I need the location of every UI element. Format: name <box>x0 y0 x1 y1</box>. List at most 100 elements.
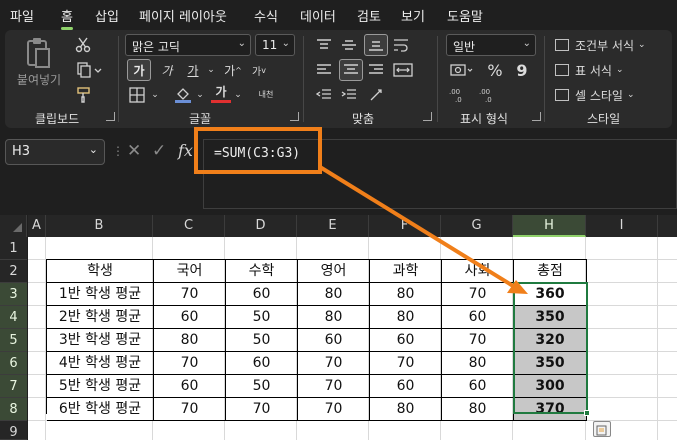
table-cell[interactable]: 80 <box>442 352 514 375</box>
align-center-icon[interactable] <box>339 59 363 81</box>
table-cell[interactable]: 60 <box>154 306 226 329</box>
table-header-cell[interactable]: 사회 <box>442 260 514 283</box>
currency-icon[interactable] <box>448 60 476 80</box>
row-header-8[interactable]: 8 <box>0 398 27 421</box>
select-all-corner[interactable] <box>0 215 27 237</box>
table-header-cell[interactable]: 수학 <box>226 260 298 283</box>
table-cell[interactable]: 70 <box>154 283 226 306</box>
table-cell[interactable]: 60 <box>154 375 226 398</box>
row-header-3[interactable]: 3 <box>0 283 27 306</box>
percent-button[interactable]: % <box>484 59 506 81</box>
grow-font-button[interactable]: 가 ^ <box>223 59 243 81</box>
table-cell-student[interactable]: 5반 학생 평균 <box>47 375 154 398</box>
table-header-cell[interactable]: 영어 <box>298 260 370 283</box>
align-top-icon[interactable] <box>314 35 334 55</box>
row-header-2[interactable]: 2 <box>0 260 27 283</box>
column-header-i[interactable]: I <box>586 215 658 237</box>
paste-button[interactable]: 붙여넣기 <box>15 72 63 87</box>
align-middle-icon[interactable] <box>339 35 359 55</box>
table-cell[interactable]: 80 <box>370 306 442 329</box>
clipboard-launcher-icon[interactable] <box>106 112 115 121</box>
italic-button[interactable]: 가 <box>155 59 179 81</box>
table-cell-student[interactable]: 1반 학생 평균 <box>47 283 154 306</box>
table-header-cell[interactable]: 과학 <box>370 260 442 283</box>
underline-button[interactable]: 가 <box>181 59 205 81</box>
row-header-1[interactable]: 1 <box>0 237 27 260</box>
table-cell[interactable]: 60 <box>298 329 370 352</box>
increase-indent-icon[interactable] <box>339 85 359 105</box>
name-box[interactable]: H3 ⌄ <box>5 139 105 165</box>
table-cell[interactable]: 60 <box>442 306 514 329</box>
font-size-select[interactable]: 11 ⌄ <box>255 34 295 56</box>
decrease-decimal-icon[interactable]: .00.0 <box>478 85 502 105</box>
quick-analysis-icon[interactable] <box>593 421 611 437</box>
table-cell[interactable]: 80 <box>298 306 370 329</box>
drag-handle-icon[interactable]: ⋮ <box>112 144 124 160</box>
table-cell[interactable]: 70 <box>298 352 370 375</box>
table-cell[interactable]: 80 <box>442 398 514 421</box>
increase-decimal-icon[interactable]: .00.0 <box>448 85 472 105</box>
column-header-e[interactable]: E <box>297 215 369 237</box>
column-header-g[interactable]: G <box>441 215 513 237</box>
column-header-f[interactable]: F <box>369 215 441 237</box>
table-cell[interactable]: 70 <box>298 375 370 398</box>
insert-function-button[interactable]: fx <box>178 141 193 160</box>
table-cell[interactable]: 50 <box>226 329 298 352</box>
number-format-select[interactable]: 일반 ⌄ <box>446 34 536 56</box>
font-name-select[interactable]: 맑은 고딕 ⌄ <box>125 34 251 56</box>
table-cell-student[interactable]: 2반 학생 평균 <box>47 306 154 329</box>
table-header-cell[interactable]: 국어 <box>154 260 226 283</box>
menu-view[interactable]: 보기 <box>401 6 425 25</box>
font-color-button[interactable]: 가 <box>211 83 231 103</box>
fill-color-dropdown-icon[interactable]: ⌄ <box>195 85 205 105</box>
table-cell[interactable]: 80 <box>298 283 370 306</box>
bold-button[interactable]: 가 <box>127 59 151 81</box>
table-cell[interactable]: 70 <box>298 398 370 421</box>
borders-icon[interactable] <box>127 85 147 105</box>
phonetic-button[interactable]: 내천 <box>253 83 279 105</box>
font-color-dropdown-icon[interactable]: ⌄ <box>233 85 243 105</box>
align-right-icon[interactable] <box>366 60 386 80</box>
menu-home[interactable]: 홈 <box>61 6 73 30</box>
table-cell[interactable]: 70 <box>370 352 442 375</box>
table-cell[interactable]: 50 <box>226 375 298 398</box>
wrap-text-icon[interactable] <box>390 34 412 56</box>
row-header-9[interactable]: 9 <box>0 421 27 440</box>
comma-button[interactable]: 9 <box>513 59 531 81</box>
table-cell[interactable]: 80 <box>154 329 226 352</box>
menu-help[interactable]: 도움말 <box>447 6 483 25</box>
table-cell[interactable]: 70 <box>442 283 514 306</box>
menu-formulas[interactable]: 수식 <box>254 6 278 25</box>
menu-insert[interactable]: 삽입 <box>95 6 119 25</box>
row-header-4[interactable]: 4 <box>0 306 27 329</box>
align-left-icon[interactable] <box>314 60 334 80</box>
table-cell[interactable]: 60 <box>442 375 514 398</box>
table-header-cell[interactable]: 총점 <box>514 260 587 283</box>
cut-icon[interactable] <box>73 35 93 55</box>
column-header-c[interactable]: C <box>153 215 225 237</box>
row-header-5[interactable]: 5 <box>0 329 27 352</box>
table-cell[interactable]: 60 <box>370 375 442 398</box>
format-painter-icon[interactable] <box>73 85 93 105</box>
cancel-icon[interactable]: ✕ <box>127 141 141 161</box>
row-header-7[interactable]: 7 <box>0 375 27 398</box>
alignment-launcher-icon[interactable] <box>423 112 432 121</box>
fill-color-icon[interactable] <box>173 85 193 105</box>
conditional-format-button[interactable]: 조건부 서식 ⌄ <box>555 35 665 55</box>
table-cell[interactable]: 70 <box>226 398 298 421</box>
table-cell-student[interactable]: 6반 학생 평균 <box>47 398 154 421</box>
font-launcher-icon[interactable] <box>290 112 299 121</box>
borders-dropdown-icon[interactable]: ⌄ <box>150 85 160 105</box>
table-cell[interactable]: 70 <box>154 352 226 375</box>
column-header-a[interactable]: A <box>28 215 46 237</box>
table-cell[interactable]: 70 <box>442 329 514 352</box>
orientation-icon[interactable] <box>366 85 390 105</box>
table-cell[interactable]: 80 <box>370 398 442 421</box>
row-header-6[interactable]: 6 <box>0 352 27 375</box>
menu-page-layout[interactable]: 페이지 레이아웃 <box>139 6 227 25</box>
menu-review[interactable]: 검토 <box>357 6 381 25</box>
table-cell[interactable]: 80 <box>370 283 442 306</box>
fill-handle[interactable] <box>584 410 590 416</box>
shrink-font-button[interactable]: 가v <box>249 59 269 81</box>
table-cell[interactable]: 60 <box>226 352 298 375</box>
